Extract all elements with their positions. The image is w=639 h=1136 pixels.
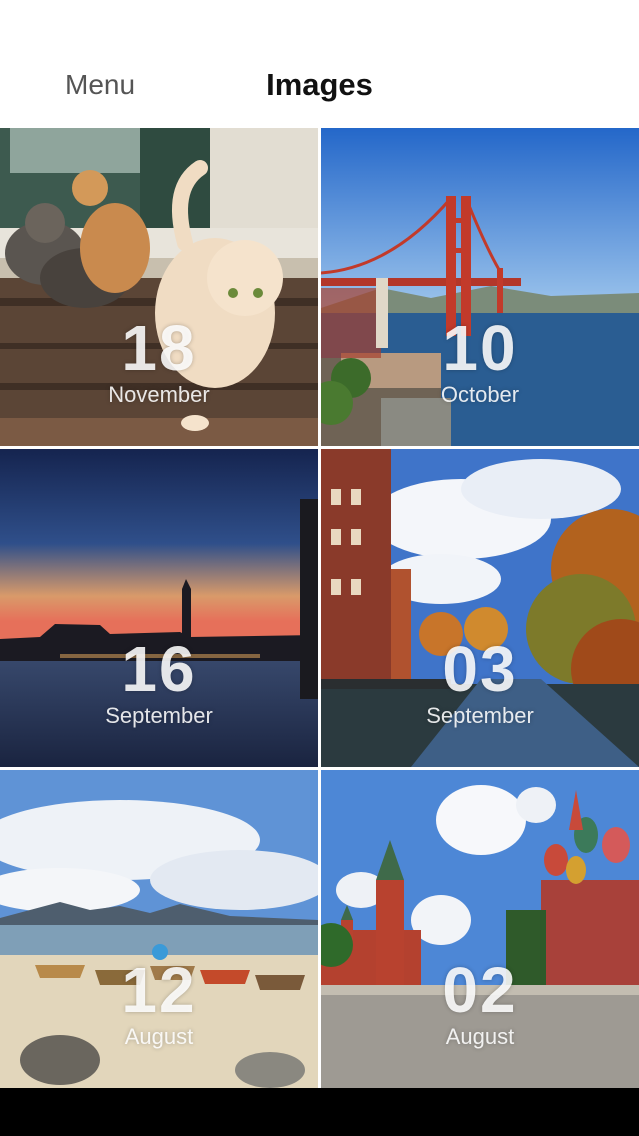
cats-photo xyxy=(0,128,318,446)
canal-photo xyxy=(321,449,639,767)
navigation-bar: Menu Images xyxy=(0,0,639,128)
sunset-photo xyxy=(0,449,318,767)
image-grid: 18 November 10 October 16 September 03 S… xyxy=(0,128,639,1088)
square-photo xyxy=(321,770,639,1088)
beach-photo xyxy=(0,770,318,1088)
image-tile-canal[interactable]: 03 September xyxy=(321,449,639,767)
bridge-photo xyxy=(321,128,639,446)
image-tile-sunset[interactable]: 16 September xyxy=(0,449,318,767)
image-tile-square[interactable]: 02 August xyxy=(321,770,639,1088)
bottom-bar xyxy=(0,1088,639,1136)
image-tile-cats[interactable]: 18 November xyxy=(0,128,318,446)
image-tile-bridge[interactable]: 10 October xyxy=(321,128,639,446)
image-tile-beach[interactable]: 12 August xyxy=(0,770,318,1088)
menu-button[interactable]: Menu xyxy=(65,66,135,104)
